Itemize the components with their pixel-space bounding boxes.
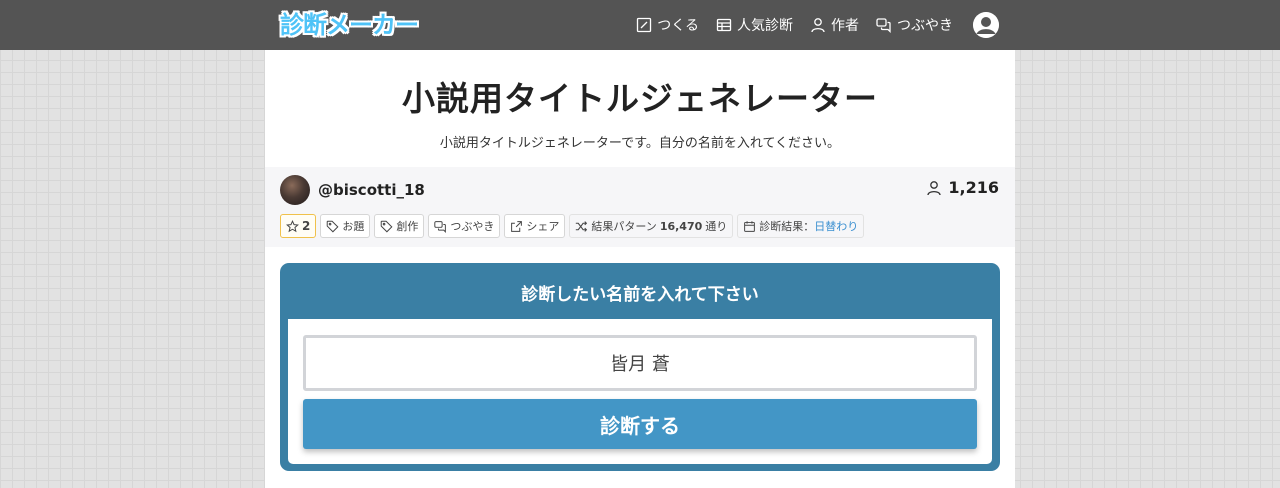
name-input[interactable] [303,335,977,391]
tsubuyaki-button[interactable]: つぶやき [428,214,501,238]
user-count: 1,216 [926,178,999,197]
form-body: 診断する [288,319,992,464]
table-icon [716,18,732,32]
top-navbar: 診断メーカー つくる 人気診断 作者 つぶやき [0,0,1280,50]
user-icon [811,18,825,33]
star-icon [286,219,299,232]
result-type: 診断結果： 日替わり [737,214,865,238]
patterns-suffix: 通り [705,220,728,233]
nav-tsubuyaki[interactable]: つぶやき [876,15,953,35]
shuffle-icon [576,220,588,232]
nav-create[interactable]: つくる [636,15,699,35]
form-heading: 診断したい名前を入れて下さい [521,285,759,305]
page-description: 小説用タイトルジェネレーターです。自分の名前を入れてください。 [439,136,841,151]
nav-popular-label: 人気診断 [737,18,793,34]
edit-icon [637,17,652,33]
author-name: @biscotti_18 [318,181,425,199]
nav-authors-label: 作者 [831,18,859,34]
diagnosis-form: 診断したい名前を入れて下さい 診断する [280,263,1000,471]
tag-odai[interactable]: お題 [320,214,371,238]
tsubuyaki-label: つぶやき [450,220,495,233]
main-content: 小説用タイトルジェネレーター 小説用タイトルジェネレーターです。自分の名前を入れ… [265,50,1015,488]
tag-sousaku[interactable]: 創作 [374,214,425,238]
patterns-prefix: 結果パターン [591,220,657,233]
nav-popular[interactable]: 人気診断 [716,15,793,35]
site-logo[interactable]: 診断メーカー [280,8,419,42]
account-icon [973,12,999,38]
account-avatar[interactable] [973,12,999,38]
result-patterns: 結果パターン 16,470 通り [569,214,734,238]
favorite-button[interactable]: 2 [280,214,317,238]
tag-icon [327,220,339,232]
chat-icon [876,18,891,33]
calendar-icon [744,220,756,232]
favorite-count: 2 [302,219,311,233]
share-button[interactable]: シェア [504,214,566,238]
author-avatar [280,175,310,205]
tag-row: 2 お題 創作 つぶやき シェア 結果パターン 16,470 通り 診断結果： … [280,214,865,238]
patterns-value: 16,470 [659,219,703,233]
tag-icon [381,220,393,232]
tag-odai-label: お題 [342,220,365,233]
result-prefix: 診断結果： [759,220,815,233]
nav-tsubuyaki-label: つぶやき [897,18,953,34]
page-title: 小説用タイトルジェネレーター [402,79,878,118]
share-icon [511,220,523,232]
share-label: シェア [526,220,560,233]
nav-create-label: つくる [657,18,699,34]
nav-authors[interactable]: 作者 [810,15,859,35]
nav-links: つくる 人気診断 作者 つぶやき [619,0,999,50]
chat-icon [434,220,447,233]
author-link[interactable]: @biscotti_18 [280,175,425,205]
meta-band: @biscotti_18 1,216 2 お題 創作 つぶやき シェア 結果パタ… [265,167,1015,247]
user-icon [927,180,942,195]
result-value: 日替わり [814,220,859,233]
diagnose-button[interactable]: 診断する [303,399,977,449]
user-count-value: 1,216 [948,178,999,197]
tag-sousaku-label: 創作 [396,220,419,233]
